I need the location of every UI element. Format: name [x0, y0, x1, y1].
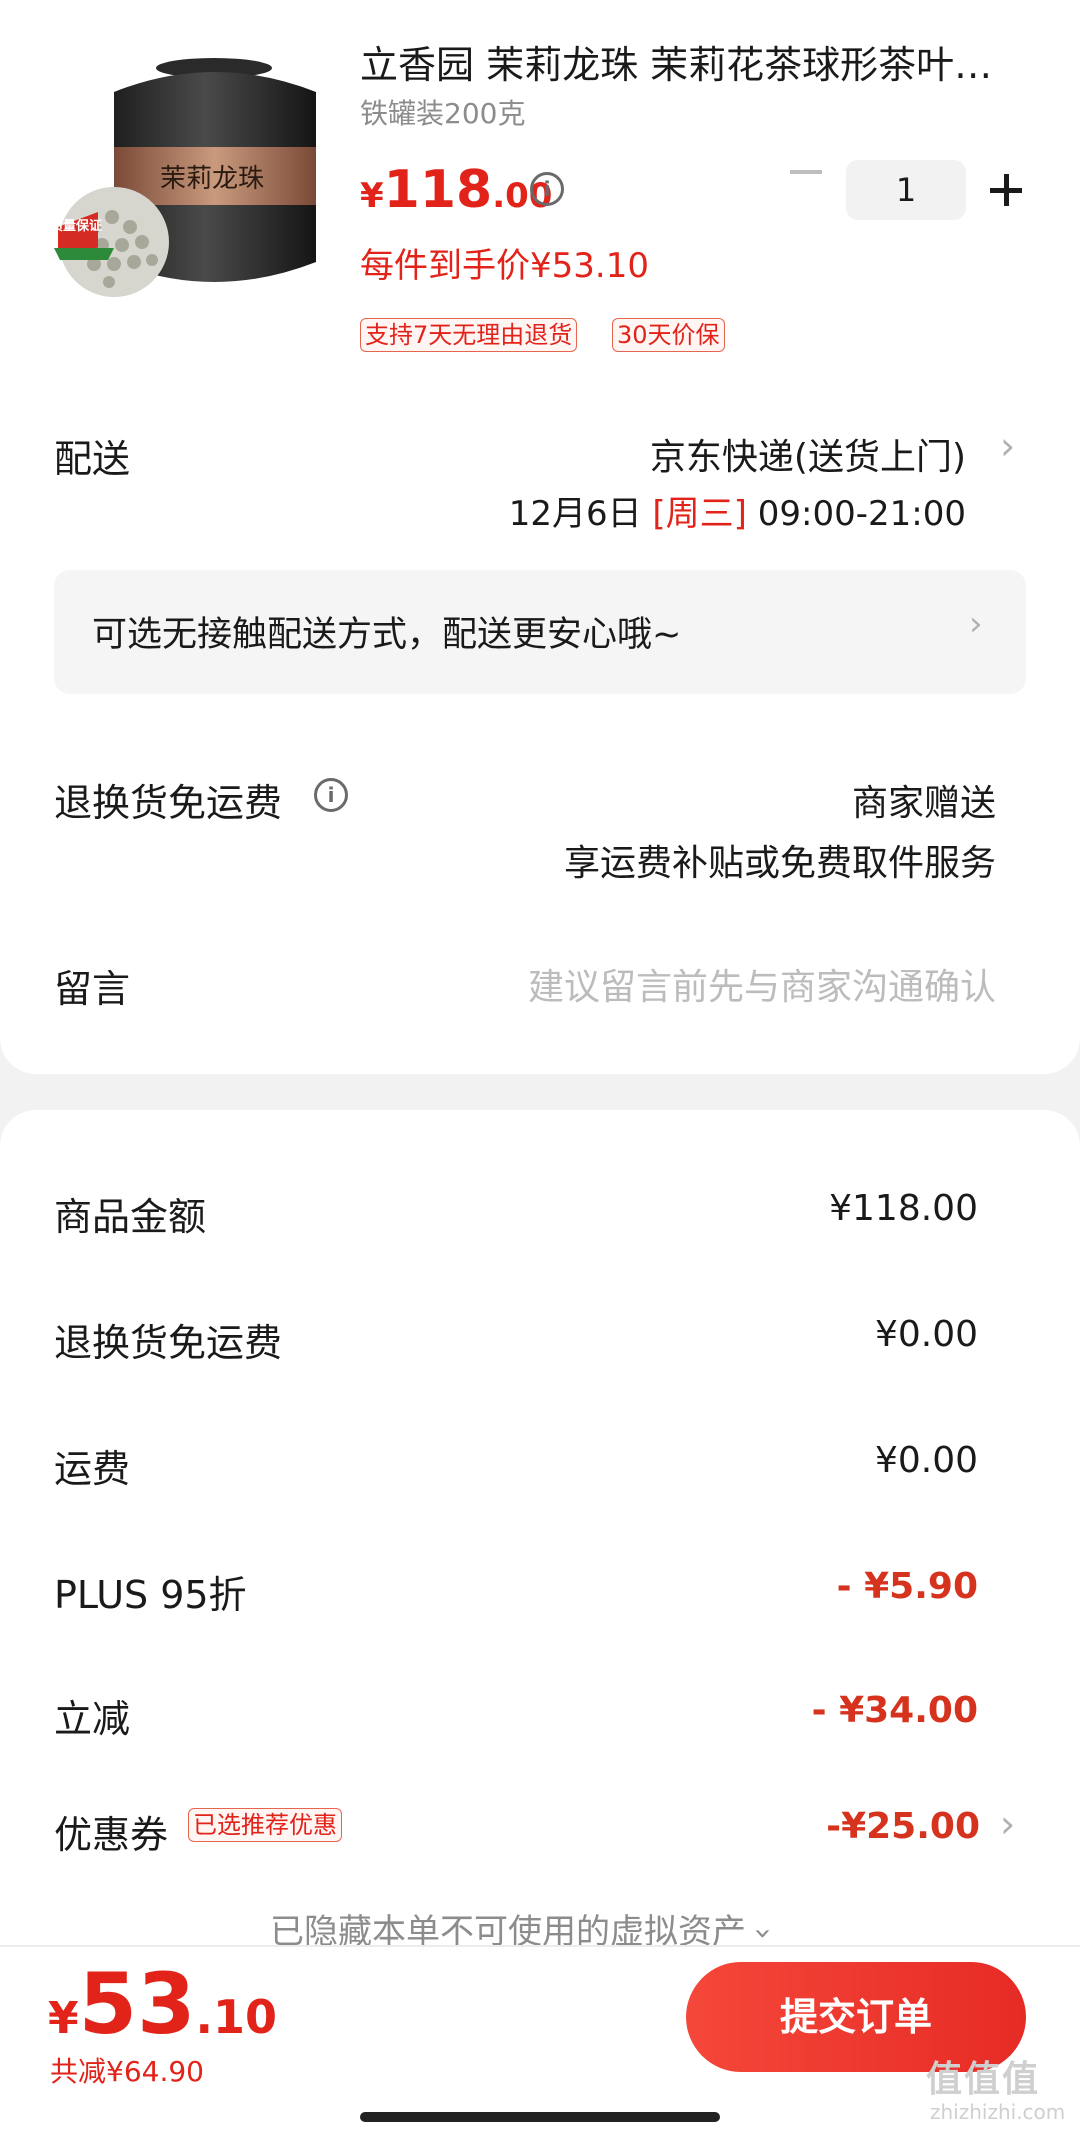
price-protect-tag: 30天价保: [612, 318, 725, 352]
product-price: ¥118.00: [360, 160, 552, 220]
return-free-info-icon[interactable]: i: [314, 778, 348, 812]
delivery-hours: 09:00-21:00: [757, 494, 966, 534]
product-title[interactable]: 立香园 茉莉龙珠 茉莉花茶球形茶叶…: [360, 40, 1000, 90]
jar-label: 茉莉龙珠: [160, 164, 264, 194]
watermark-logo: 值值值: [926, 2059, 1041, 2100]
summary-value-goods: ¥118.00: [829, 1188, 978, 1229]
minus-icon: [790, 170, 822, 174]
delivery-chevron-icon[interactable]: ›: [1000, 424, 1015, 468]
contactless-delivery-notice[interactable]: 可选无接触配送方式，配送更安心哦~ ›: [54, 570, 1026, 694]
return-free-value: 商家赠送: [851, 783, 996, 824]
notice-chevron-icon: ›: [969, 604, 983, 644]
total-decimal: .10: [195, 1990, 278, 2044]
plus-icon-v: [1003, 174, 1009, 206]
delivery-method[interactable]: 京东快递(送货上门): [650, 428, 966, 480]
chevron-down-icon: ›: [745, 1927, 781, 1940]
total-currency: ¥: [48, 1993, 79, 2044]
summary-value-shipping: ¥0.00: [874, 1440, 978, 1481]
summary-label-instant-off: 立减: [54, 1697, 131, 1741]
summary-label-return-free: 退换货免运费: [54, 1321, 283, 1365]
summary-value-plus: - ¥5.90: [836, 1566, 978, 1607]
home-indicator[interactable]: [360, 2112, 720, 2122]
delivery-weekday: [周三]: [652, 494, 747, 534]
summary-label-plus: PLUS 95折: [54, 1573, 247, 1617]
return-free-sub: 享运费补贴或免费取件服务: [563, 843, 996, 884]
quantity-decrease-button[interactable]: [780, 150, 832, 200]
message-input[interactable]: 建议留言前先与商家沟通确认: [528, 958, 996, 1010]
return-policy-tag: 支持7天无理由退货: [360, 318, 578, 352]
price-currency: ¥: [360, 176, 384, 216]
quality-badge: 质量保证: [54, 218, 102, 234]
product-image[interactable]: 茉莉龙珠 质量保证: [54, 52, 324, 302]
total-saved: 共减¥64.90: [50, 2055, 204, 2088]
summary-value-return-free: ¥0.00: [874, 1314, 978, 1355]
watermark-url: zhizhizhi.com: [930, 2100, 1066, 2124]
coupon-chevron-icon[interactable]: ›: [1000, 1802, 1015, 1846]
return-free-label: 退换货免运费: [54, 781, 283, 825]
notice-text: 可选无接触配送方式，配送更安心哦~: [92, 615, 682, 655]
total-integer: 53: [78, 1955, 196, 2053]
price-info-icon[interactable]: i: [530, 172, 564, 206]
price-integer: 118: [383, 160, 493, 220]
delivery-label: 配送: [54, 437, 131, 481]
message-label: 留言: [54, 967, 131, 1011]
delivery-time: 12月6日 [周三] 09:00-21:00: [509, 486, 966, 535]
coupon-value[interactable]: -¥25.00: [826, 1806, 980, 1847]
quantity-increase-button[interactable]: [980, 164, 1032, 216]
product-spec: 铁罐装200克: [360, 97, 526, 130]
coupon-tag: 已选推荐优惠: [188, 1808, 342, 1842]
summary-value-instant-off: - ¥34.00: [811, 1690, 978, 1731]
quantity-input[interactable]: 1: [846, 160, 966, 220]
coupon-label: 优惠券: [54, 1813, 169, 1857]
total-price: ¥53.10: [48, 1955, 277, 2053]
delivery-date: 12月6日: [508, 494, 642, 534]
summary-label-goods: 商品金额: [54, 1195, 207, 1239]
unit-price: 每件到手价¥53.10: [360, 246, 649, 286]
summary-label-shipping: 运费: [54, 1447, 131, 1491]
